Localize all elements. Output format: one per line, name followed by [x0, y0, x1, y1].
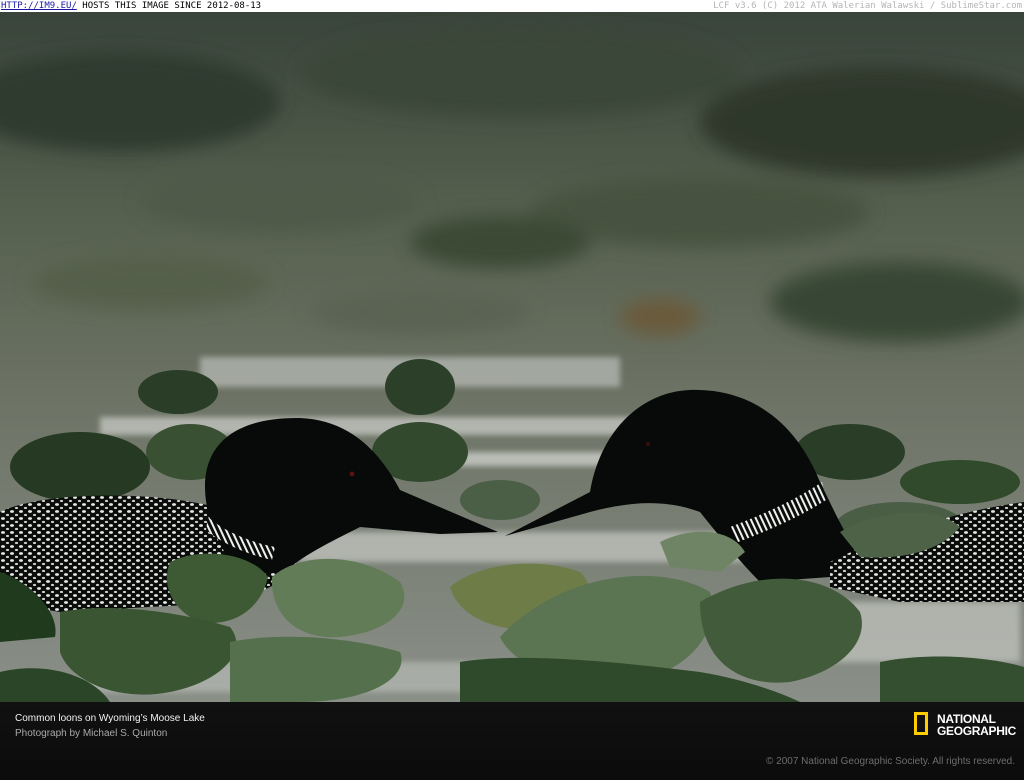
- banner-host-text: HOSTS THIS IMAGE SINCE 2012-08-13: [76, 1, 262, 11]
- banner-credit: LCF v3.6 (C) 2012 ATA Walerian Walawski …: [713, 1, 1022, 11]
- caption-bar: Common loons on Wyoming’s Moose Lake Pho…: [0, 702, 1024, 780]
- photo-credit: Photograph by Michael S. Quinton: [15, 728, 168, 739]
- national-geographic-logo[interactable]: NATIONAL GEOGRAPHIC: [914, 712, 1016, 742]
- copyright-notice: © 2007 National Geographic Society. All …: [766, 756, 1015, 767]
- banner-left: HTTP://IM9.EU/ HOSTS THIS IMAGE SINCE 20…: [0, 0, 261, 12]
- yellow-frame-icon: [914, 712, 928, 735]
- loons-photo: [0, 12, 1024, 702]
- logo-wordmark: NATIONAL GEOGRAPHIC: [937, 713, 1016, 737]
- top-banner: HTTP://IM9.EU/ HOSTS THIS IMAGE SINCE 20…: [0, 0, 1024, 12]
- logo-line-2: GEOGRAPHIC: [937, 724, 1017, 738]
- photo-title: Common loons on Wyoming’s Moose Lake: [15, 713, 205, 724]
- im9-link[interactable]: HTTP://IM9.EU/: [1, 1, 77, 11]
